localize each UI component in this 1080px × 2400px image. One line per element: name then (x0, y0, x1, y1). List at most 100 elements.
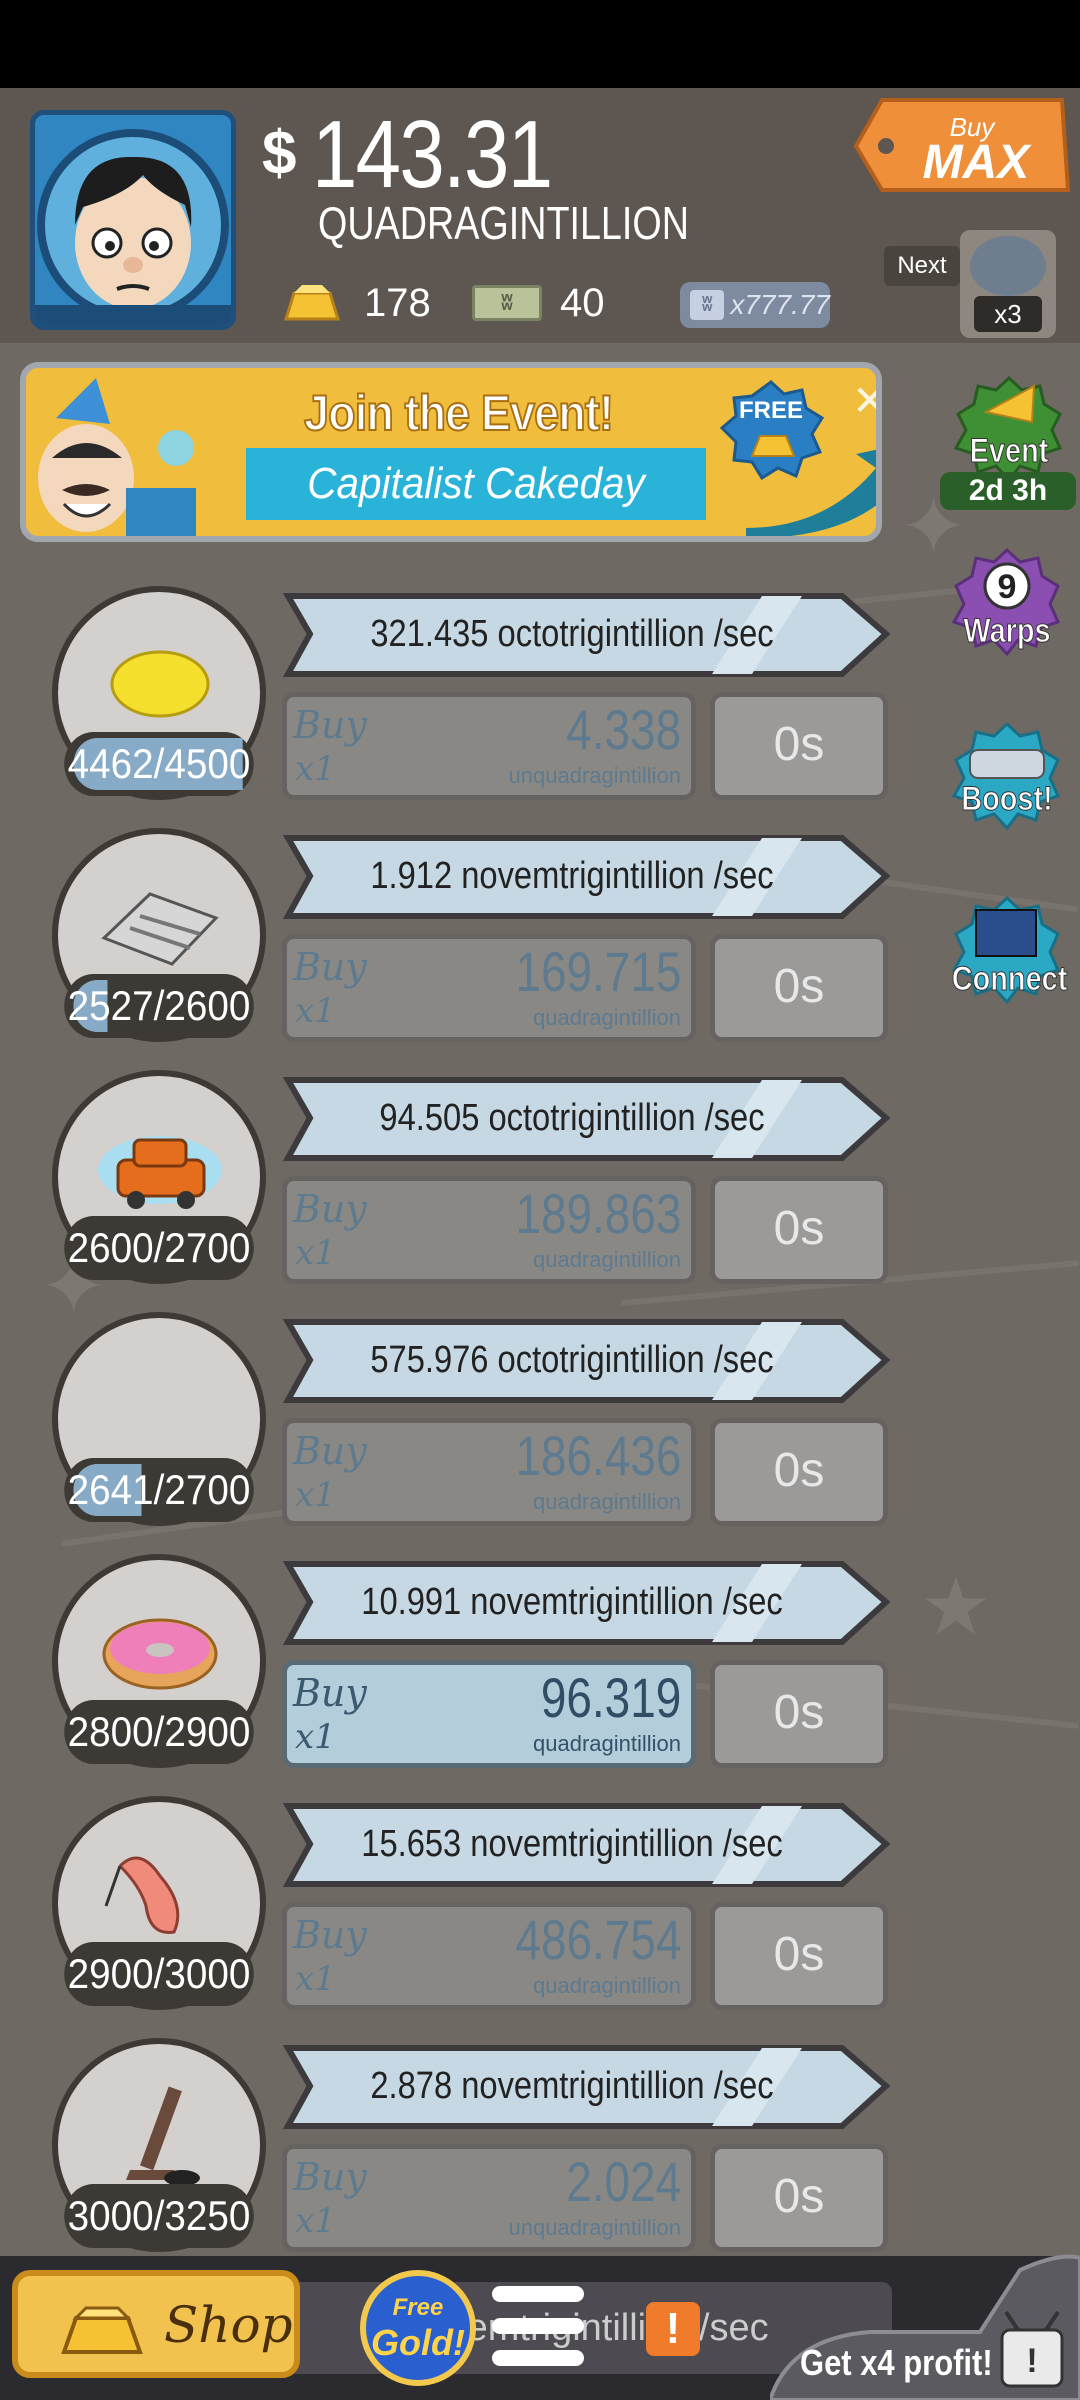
buy-price-unit: unquadragintillion (508, 763, 681, 788)
gold-bar-icon (283, 285, 341, 321)
close-icon[interactable]: ✕ (852, 376, 876, 425)
gold-counter[interactable]: 178 (280, 278, 431, 328)
warps-button[interactable]: 9 Warps (942, 546, 1072, 676)
business-row: 3000/3250 2.878 novemtrigintillion /sec … (0, 2038, 900, 2268)
business-buy-button[interactable]: Buy x1 96.319 quadragintillion (282, 1660, 696, 1768)
business-rate: 321.435 octotrigintillion /sec (370, 613, 774, 655)
buy-label: Buy (293, 945, 367, 989)
megabucks-small-icon: ʬ (690, 290, 725, 320)
business-row: 2600/2700 94.505 octotrigintillion /sec … (0, 1070, 900, 1300)
business-buy-button[interactable]: Buy x1 169.715 quadragintillion (282, 934, 696, 1042)
free-gold-line2: Gold! (371, 2322, 465, 2363)
buy-label: Buy (293, 1187, 367, 1231)
buy-quantity: x1 (295, 1233, 336, 1273)
buy-label: Buy (293, 1913, 367, 1957)
free-gold-button[interactable]: Free Gold! (360, 2270, 476, 2386)
boost-label: Boost! (961, 780, 1053, 819)
buy-label: Buy (293, 2155, 367, 2199)
buy-price: 2.024 (566, 2150, 681, 2213)
buy-max-button[interactable]: Buy MAX (852, 96, 1072, 194)
business-rate: 10.991 novemtrigintillion /sec (361, 1581, 783, 1623)
background-star: ★ (920, 1562, 992, 1651)
buy-label: Buy (293, 1429, 367, 1473)
gold-amount: 178 (364, 280, 431, 325)
business-row: 2527/2600 1.912 novemtrigintillion /sec … (0, 828, 900, 1058)
newspaper-icon (101, 892, 219, 966)
buy-price: 189.863 (515, 1182, 681, 1245)
next-unlock[interactable]: x3 (960, 230, 1056, 338)
free-gold-badge: FREE (719, 380, 825, 480)
event-button-label: Event (969, 432, 1049, 471)
business-owned-count: 2641/2700 (64, 1458, 254, 1522)
business-row: 2641/2700 575.976 octotrigintillion /sec… (0, 1312, 900, 1542)
business-owned-text: 2800/2900 (67, 1708, 251, 1755)
business-buy-button[interactable]: Buy x1 2.024 unquadragintillion (282, 2144, 696, 2252)
business-owned-count: 2900/3000 (64, 1942, 254, 2006)
buy-label: Buy (293, 703, 367, 747)
business-owned-count: 2800/2900 (64, 1700, 254, 1764)
business-owned-text: 2900/3000 (67, 1950, 251, 1997)
business-rate: 1.912 novemtrigintillion /sec (370, 855, 774, 897)
lemon-icon (110, 650, 210, 718)
megabucks-counter[interactable]: ʬ 40 (472, 278, 605, 328)
alert-icon[interactable]: ! (646, 2302, 700, 2356)
business-timer: 0s (710, 1660, 888, 1768)
buy-quantity: x1 (295, 749, 336, 789)
warps-label: Warps (963, 612, 1051, 651)
shop-label: Shop (164, 2296, 293, 2354)
business-timer: 0s (710, 1418, 888, 1526)
event-host-icon (38, 378, 196, 536)
business-buy-button[interactable]: Buy x1 189.863 quadragintillion (282, 1176, 696, 1284)
buy-price-unit: quadragintillion (533, 1731, 681, 1756)
pizza-icon (90, 1352, 230, 1462)
money-amount: 143.31 (312, 101, 553, 208)
business-owned-text: 2600/2700 (67, 1224, 251, 1271)
event-timer: 2d 3h (940, 472, 1076, 510)
event-banner[interactable]: Join the Event! Capitalist Cakeday FREE … (20, 362, 882, 542)
gold-bar-icon (61, 2306, 143, 2354)
buy-quantity: x1 (295, 991, 336, 1031)
business-owned-text: 2527/2600 (67, 982, 251, 1029)
buy-price: 4.338 (566, 698, 681, 761)
warp-badge-icon: 9 (951, 547, 1061, 657)
buy-price-unit: quadragintillion (533, 1247, 681, 1272)
buy-quantity: x1 (295, 2201, 336, 2241)
next-unlock-label: Next (884, 246, 960, 286)
buy-label: Buy (293, 1671, 367, 1715)
business-rate: 2.878 novemtrigintillion /sec (370, 2065, 774, 2107)
car-unlock-icon (970, 236, 1046, 296)
buy-price-unit: quadragintillion (533, 1973, 681, 1998)
business-row: 2900/3000 15.653 novemtrigintillion /sec… (0, 1796, 900, 2026)
event-title: Join the Event! (303, 384, 615, 442)
multiplier-value: x777.77 (730, 289, 830, 320)
car-icon (98, 1136, 222, 1209)
buy-price: 96.319 (540, 1666, 681, 1729)
business-timer: 0s (710, 934, 888, 1042)
buy-price: 486.754 (515, 1908, 681, 1971)
profit-multiplier[interactable]: ʬ x777.77 (680, 282, 830, 328)
business-owned-text: 4462/4500 (67, 740, 251, 787)
x4-profit-label: Get x4 profit! (800, 2342, 993, 2383)
business-owned-count: 2527/2600 (64, 974, 254, 1038)
business-buy-button[interactable]: Buy x1 4.338 unquadragintillion (282, 692, 696, 800)
business-owned-count: 4462/4500 (64, 732, 254, 796)
connect-label: Connect (951, 960, 1068, 999)
hamburger-menu-icon[interactable] (492, 2286, 584, 2368)
buy-price: 186.436 (515, 1424, 681, 1487)
business-rate: 575.976 octotrigintillion /sec (370, 1339, 774, 1381)
hockey-icon (126, 2086, 200, 2186)
avatar[interactable] (30, 110, 236, 330)
business-rate: 15.653 novemtrigintillion /sec (361, 1823, 783, 1865)
boost-button[interactable]: Boost! (942, 720, 1072, 850)
business-buy-button[interactable]: Buy x1 486.754 quadragintillion (282, 1902, 696, 2010)
megabucks-amount: 40 (560, 280, 605, 325)
business-row: 4462/4500 321.435 octotrigintillion /sec… (0, 586, 900, 816)
shop-button[interactable]: Shop (12, 2270, 300, 2378)
connect-button[interactable]: Connect (942, 894, 1072, 1024)
business-owned-count: 3000/3250 (64, 2184, 254, 2248)
business-timer: 0s (710, 2144, 888, 2252)
buy-price-unit: quadragintillion (533, 1489, 681, 1514)
business-buy-button[interactable]: Buy x1 186.436 quadragintillion (282, 1418, 696, 1526)
business-owned-count: 2600/2700 (64, 1216, 254, 1280)
status-bar (0, 0, 1080, 88)
